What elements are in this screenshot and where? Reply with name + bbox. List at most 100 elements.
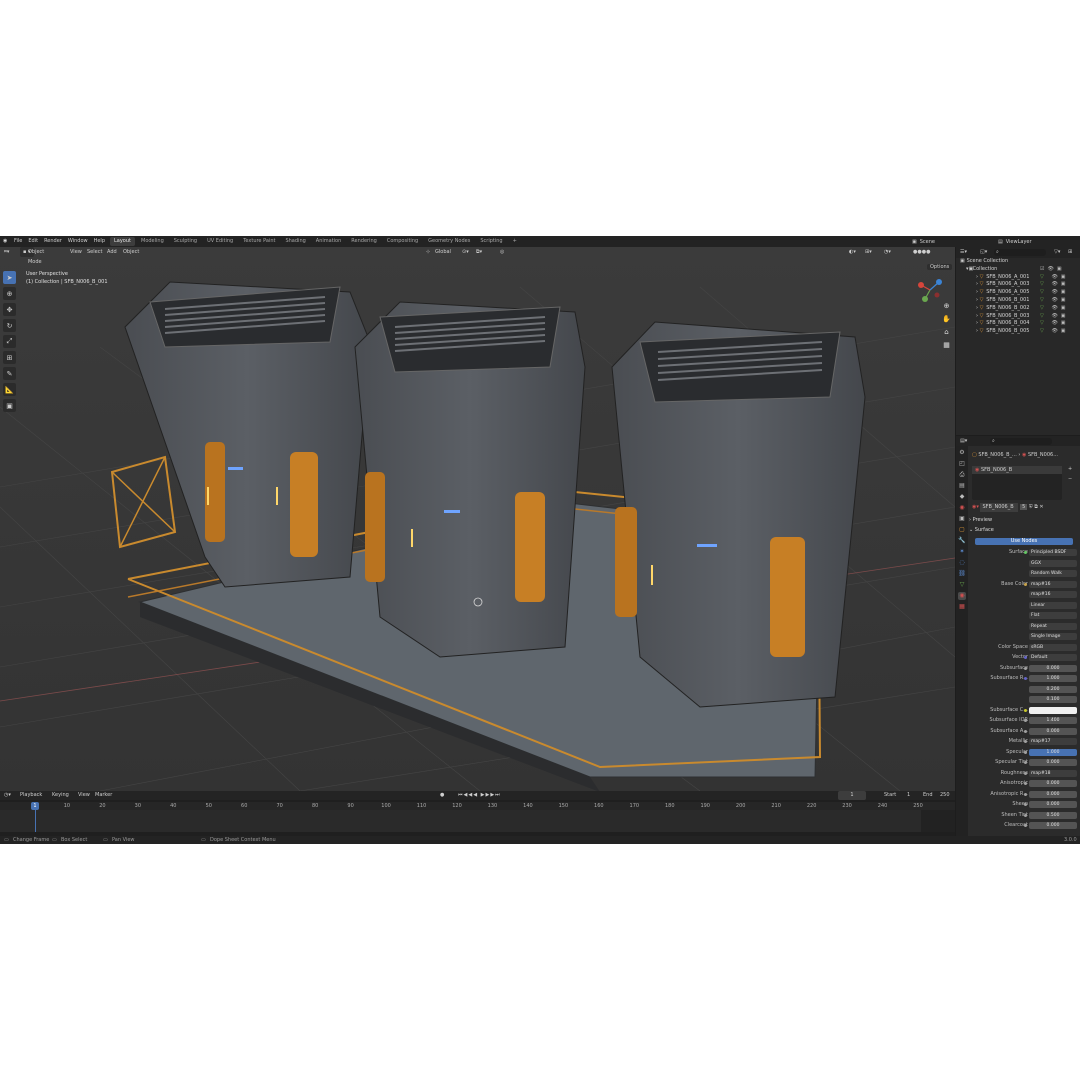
object-visibility-icons[interactable]: ▽ 👁▣	[1040, 320, 1069, 328]
playback-controls[interactable]: ⏮◀◀◀ ▶▶▶⏭	[458, 791, 501, 800]
frame-ruler[interactable]: 10 20 30 40 50 60 70 80 90 100 110 120 130 140 150 160 1…	[0, 802, 955, 810]
modifier-icon[interactable]: ▽	[1040, 313, 1047, 319]
overlay-toggle-icon[interactable]: ◔▾	[884, 247, 891, 257]
object-visibility-icons[interactable]: ▽ 👁▣	[1040, 313, 1069, 321]
material-datablock[interactable]: ◉▾ SFB_N006_B 5 ⛨ ⧉ ✕	[972, 503, 1080, 512]
outliner-object-row[interactable]: › ▽ SFB_N006_A_001 ▽ 👁▣	[956, 274, 1080, 282]
modifier-icon[interactable]: ▽	[1040, 305, 1047, 311]
transform-orientation-icon[interactable]: ⊹	[426, 247, 430, 257]
object-visibility-icons[interactable]: ▽ 👁▣	[1040, 305, 1069, 313]
property-value[interactable]: 0.000	[1029, 822, 1077, 829]
object-visibility-icons[interactable]: ▽ 👁▣	[1040, 281, 1069, 289]
modifier-icon[interactable]: ▽	[1040, 328, 1047, 334]
modifier-icon[interactable]: ▽	[1040, 297, 1047, 303]
modifier-icon[interactable]: ▽	[1040, 320, 1047, 326]
property-value[interactable]: map#16	[1029, 580, 1077, 588]
pan-hand-icon[interactable]: ✋	[942, 315, 951, 324]
render-tab-icon[interactable]: ◰	[958, 460, 966, 468]
select-menu[interactable]: Select	[87, 247, 102, 257]
pivot-icon[interactable]: ⊙▾	[462, 247, 469, 257]
generator-unit-3[interactable]	[611, 321, 866, 708]
3d-viewport[interactable]: ⌗▾ ▪ Object Mode ▾ View Select Add Objec…	[0, 247, 955, 791]
transform-orientation-selector[interactable]: Global	[435, 247, 451, 257]
object-visibility-icons[interactable]: ▽ 👁▣	[1040, 297, 1069, 305]
tab-shading[interactable]: Shading	[281, 237, 309, 246]
timeline-body[interactable]	[0, 810, 955, 832]
tab-scripting[interactable]: Scripting	[476, 237, 506, 246]
keying-menu[interactable]: Keying	[52, 791, 69, 800]
filter-icon[interactable]: ▽▾	[1054, 249, 1060, 255]
outliner-object-row[interactable]: › ▽ SFB_N006_B_004 ▽ 👁▣	[956, 320, 1080, 328]
socket-icon[interactable]	[1024, 750, 1027, 754]
measure-tool-icon[interactable]: 📐	[3, 383, 16, 396]
property-value[interactable]: 0.000	[1029, 801, 1077, 808]
scene-tab-icon[interactable]: ◆	[958, 493, 966, 501]
socket-icon[interactable]	[1024, 708, 1027, 712]
property-value[interactable]: Repeat	[1029, 622, 1077, 630]
move-tool-icon[interactable]: ✥	[3, 303, 16, 316]
property-value[interactable]: map#17	[1029, 738, 1077, 745]
options-button[interactable]: Options	[927, 264, 953, 270]
display-mode-icon[interactable]: ◱▾	[980, 249, 987, 255]
property-value[interactable]: 1.000	[1029, 748, 1077, 756]
socket-icon[interactable]	[1024, 729, 1027, 733]
viewport-scene[interactable]	[0, 247, 955, 791]
property-value[interactable]: sRGB	[1029, 643, 1077, 651]
menu-edit[interactable]: Edit	[28, 236, 38, 247]
object-visibility-icons[interactable]: ▽ 👁▣	[1040, 289, 1069, 297]
property-value[interactable]: Linear	[1029, 601, 1077, 609]
outliner-object-row[interactable]: › ▽ SFB_N006_B_001 ▽ 👁▣	[956, 297, 1080, 305]
select-tool-icon[interactable]: ➤	[3, 271, 16, 284]
socket-icon[interactable]	[1024, 782, 1027, 785]
property-value[interactable]: 0.500	[1029, 811, 1077, 819]
outliner-object-row[interactable]: › ▽ SFB_N006_B_002 ▽ 👁▣	[956, 305, 1080, 313]
modifier-tab-icon[interactable]: 🔧	[958, 537, 966, 545]
outliner-object-row[interactable]: › ▽ SFB_N006_A_005 ▽ 👁▣	[956, 289, 1080, 297]
tab-texture-paint[interactable]: Texture Paint	[239, 237, 279, 246]
output-tab-icon[interactable]: ⎙	[958, 471, 966, 479]
material-name-field[interactable]: SFB_N006_B	[980, 503, 1019, 512]
zoom-icon[interactable]: ⊕	[942, 302, 951, 311]
editor-type-icon[interactable]: ⌗▾	[4, 247, 9, 257]
playhead[interactable]: 1	[31, 802, 39, 810]
expand-arrow-icon[interactable]: ›	[976, 297, 978, 303]
tab-layout[interactable]: Layout	[110, 237, 135, 246]
socket-icon[interactable]	[1024, 761, 1027, 764]
property-value[interactable]: Flat	[1029, 612, 1077, 619]
physics-tab-icon[interactable]: ◌	[958, 559, 966, 567]
socket-icon[interactable]	[1024, 677, 1027, 680]
rotate-tool-icon[interactable]: ↻	[3, 319, 16, 332]
snap-icon[interactable]: ⧉▾	[476, 247, 482, 257]
material-tab-icon[interactable]: ◉	[958, 592, 966, 600]
duplicate-material-icon[interactable]: ⧉	[1034, 504, 1038, 510]
expand-arrow-icon[interactable]: ›	[976, 328, 978, 334]
object-tab-icon[interactable]: ▢	[958, 526, 966, 534]
property-value[interactable]: 0.000	[1029, 759, 1077, 766]
fake-user-icon[interactable]: ⛨	[1029, 504, 1033, 510]
tab-uv-editing[interactable]: UV Editing	[203, 237, 237, 246]
generator-unit-2[interactable]	[354, 301, 586, 658]
property-value[interactable]: GGX	[1029, 559, 1077, 567]
property-value[interactable]: Default	[1029, 654, 1077, 661]
menu-render[interactable]: Render	[44, 236, 62, 247]
expand-arrow-icon[interactable]: ›	[976, 305, 978, 311]
property-value[interactable]: 1.000	[1029, 675, 1077, 682]
view-layer-tab-icon[interactable]: ▤	[958, 482, 966, 490]
material-browse-icon[interactable]: ◉▾	[972, 504, 979, 510]
proportional-edit-icon[interactable]: ◎	[500, 247, 504, 257]
modifier-icon[interactable]: ▽	[1040, 289, 1047, 295]
socket-icon[interactable]	[1024, 824, 1027, 827]
expand-arrow-icon[interactable]: ›	[976, 289, 978, 295]
material-slot-row[interactable]: ◉ SFB_N006_B	[972, 466, 1062, 474]
use-nodes-button[interactable]: Use Nodes	[975, 538, 1073, 545]
expand-arrow-icon[interactable]: ›	[976, 313, 978, 319]
material-slot-list[interactable]: ◉ SFB_N006_B	[972, 466, 1062, 500]
tab-geometry-nodes[interactable]: Geometry Nodes	[424, 237, 474, 246]
menu-window[interactable]: Window	[68, 236, 88, 247]
surface-panel-header[interactable]: ⌄ Surface	[969, 526, 1080, 535]
property-value[interactable]: 0.200	[1029, 685, 1077, 693]
property-value[interactable]: map#18	[1029, 769, 1077, 777]
property-value[interactable]: 0.100	[1029, 696, 1077, 703]
property-value[interactable]: Single Image	[1029, 633, 1077, 640]
property-value[interactable]: map#16	[1029, 591, 1077, 598]
